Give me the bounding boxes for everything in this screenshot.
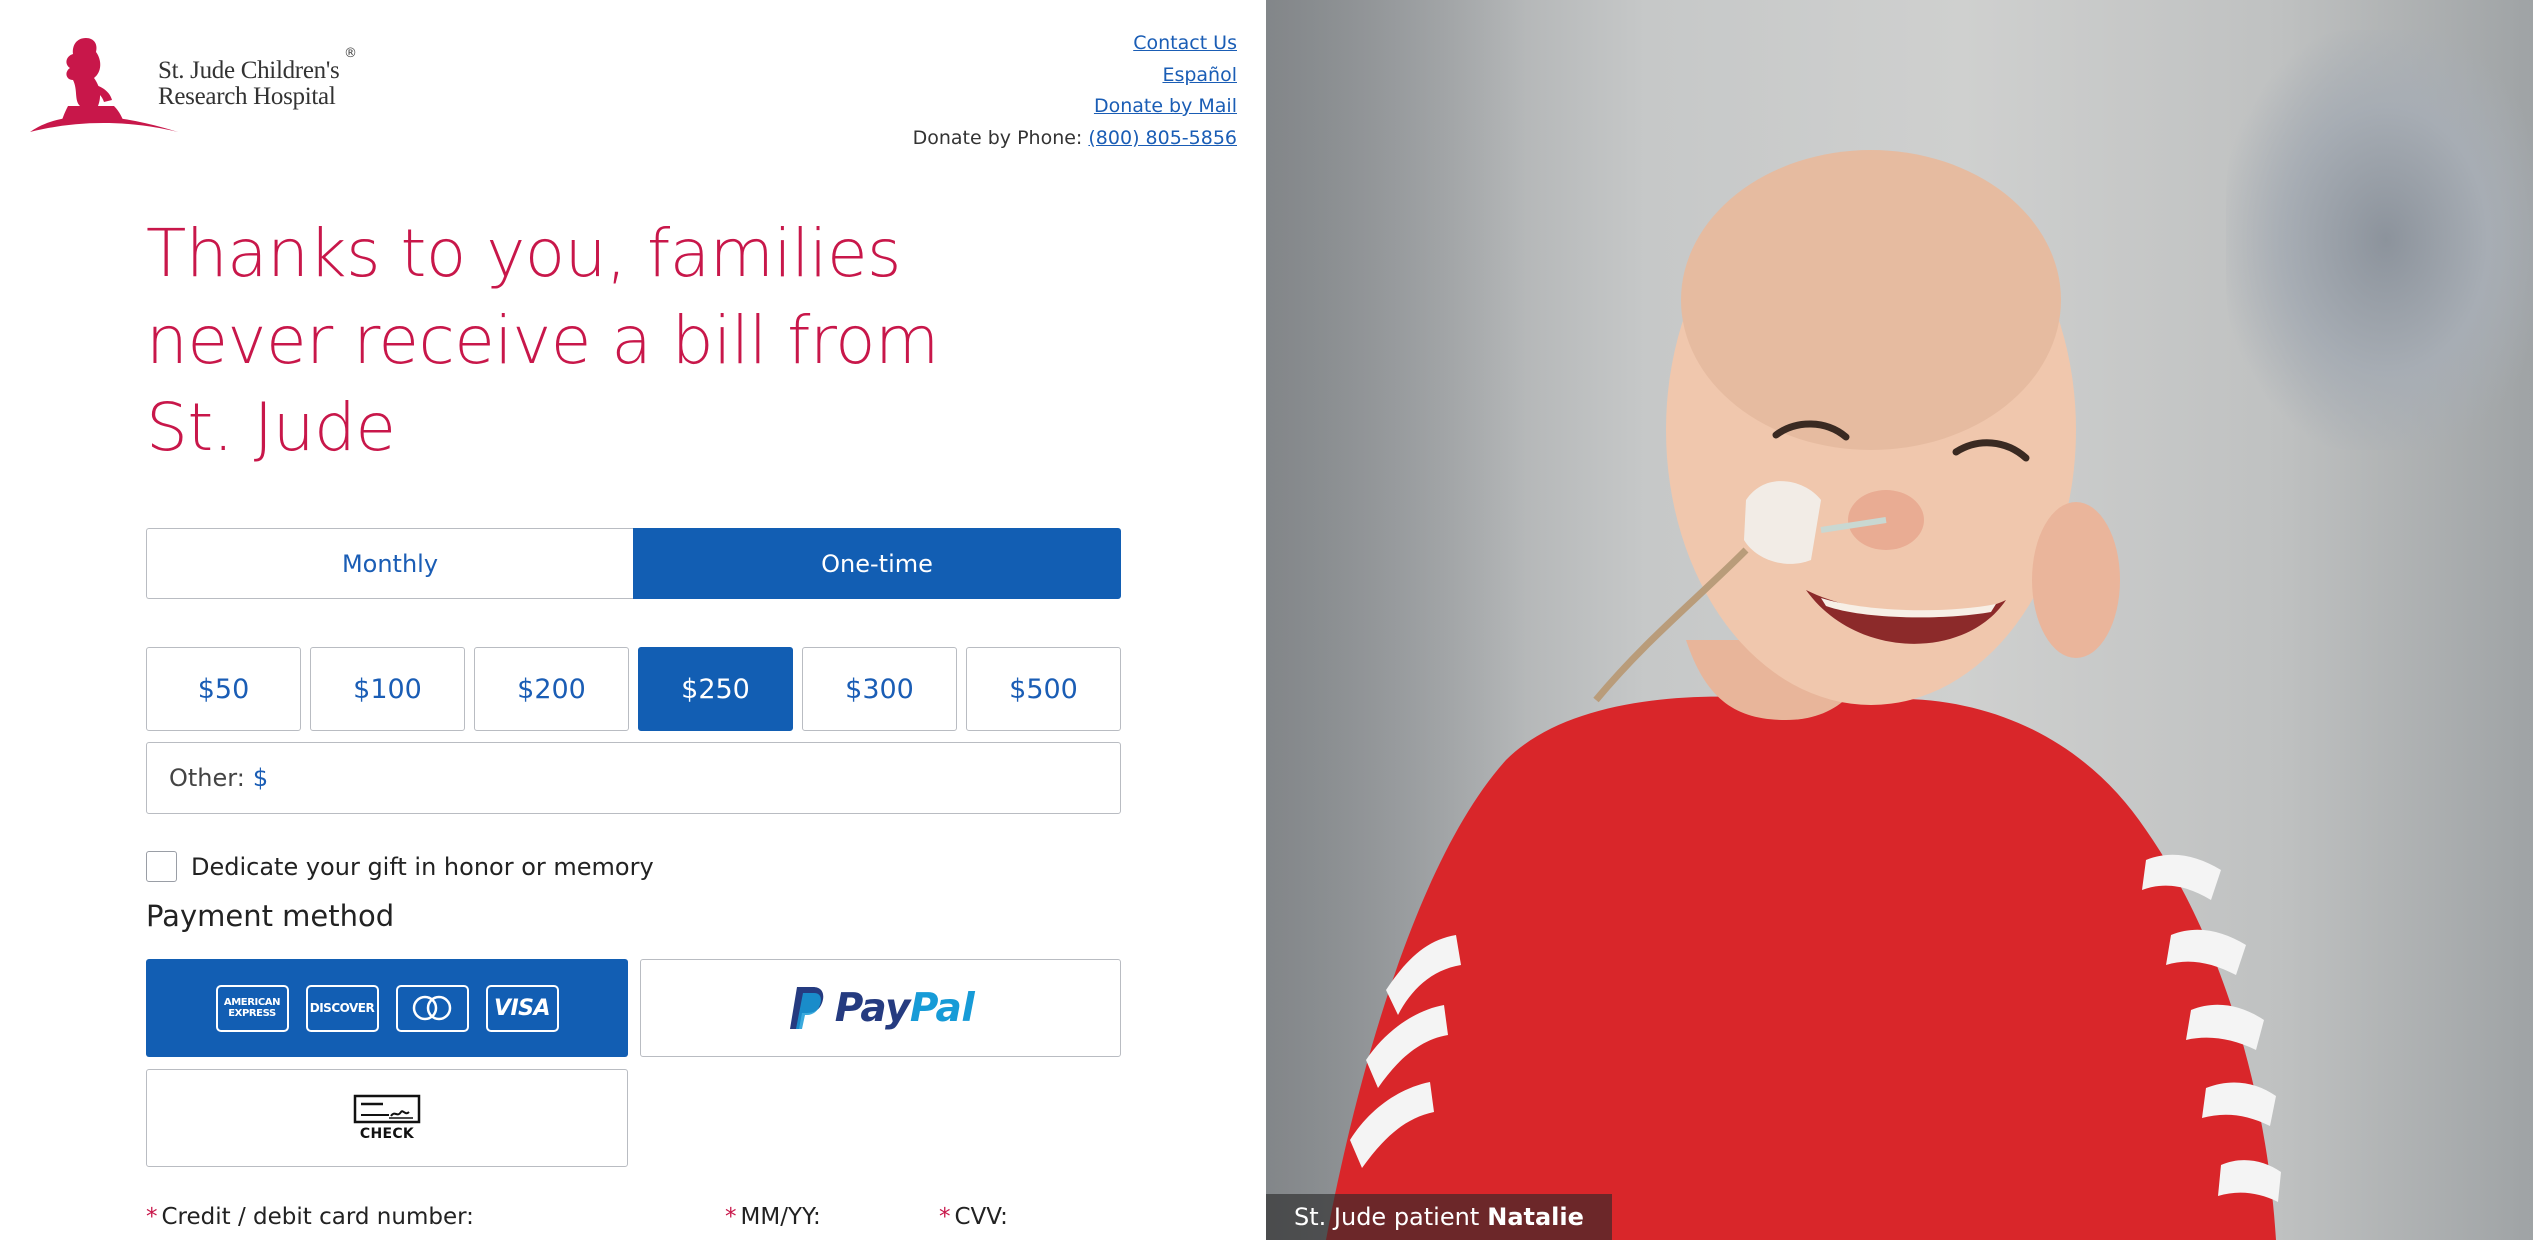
discover-icon: DISCOVER: [305, 984, 379, 1032]
cvv-label: * CVV:: [939, 1204, 1008, 1230]
photo-caption: St. Jude patient Natalie: [1266, 1194, 1612, 1240]
payment-check-button[interactable]: CHECK: [146, 1069, 628, 1167]
required-mark: *: [939, 1204, 951, 1230]
other-amount-field[interactable]: Other: $: [146, 742, 1121, 814]
brand-name-line1: St. Jude Children's: [158, 57, 340, 84]
donation-form-panel: St. Jude Children's Research Hospital ® …: [0, 0, 1266, 1240]
headline-line2: never receive a bill from: [146, 302, 939, 379]
mastercard-icon: [395, 984, 469, 1032]
frequency-toggle: Monthly One-time: [146, 528, 1121, 599]
dedicate-gift-option[interactable]: Dedicate your gift in honor or memory: [146, 851, 654, 882]
headline-line3: St. Jude: [146, 389, 396, 466]
check-label: CHECK: [359, 1126, 415, 1142]
amount-button-250[interactable]: $250: [638, 647, 793, 731]
amount-button-100[interactable]: $100: [310, 647, 465, 731]
required-mark: *: [146, 1204, 158, 1230]
dedicate-checkbox[interactable]: [146, 851, 177, 882]
caption-patient-name: Natalie: [1487, 1203, 1584, 1231]
tab-monthly[interactable]: Monthly: [146, 528, 633, 599]
visa-icon: VISA: [485, 984, 559, 1032]
payment-card-button[interactable]: AMERICAN EXPRESS DISCOVER VISA: [146, 959, 628, 1057]
required-mark: *: [725, 1204, 737, 1230]
contact-us-link[interactable]: Contact Us: [1133, 32, 1237, 54]
caption-prefix: St. Jude patient: [1294, 1203, 1480, 1231]
amex-line2: EXPRESS: [228, 1008, 276, 1019]
amex-icon: AMERICAN EXPRESS: [215, 984, 289, 1032]
child-illustration: [1326, 150, 2281, 1240]
amount-button-50[interactable]: $50: [146, 647, 301, 731]
phone-label: Donate by Phone:: [912, 126, 1083, 149]
amount-button-300[interactable]: $300: [802, 647, 957, 731]
headline-line1: Thanks to you, families: [146, 215, 901, 292]
amex-line1: AMERICAN: [223, 997, 281, 1008]
amount-button-500[interactable]: $500: [966, 647, 1121, 731]
expiry-label-text: MM/YY:: [740, 1204, 821, 1230]
st-jude-logo[interactable]: St. Jude Children's Research Hospital ®: [28, 34, 368, 138]
paypal-icon: [789, 987, 824, 1029]
paypal-wordmark-pay: Pay: [834, 985, 911, 1031]
expiry-label: * MM/YY:: [725, 1204, 821, 1230]
page-headline: Thanks to you, families never receive a …: [146, 210, 1046, 471]
registered-mark: ®: [344, 46, 357, 61]
dedicate-label: Dedicate your gift in honor or memory: [191, 852, 654, 881]
amount-options: $50 $100 $200 $250 $300 $500: [146, 647, 1121, 731]
donate-by-mail-link[interactable]: Donate by Mail: [1094, 95, 1237, 117]
currency-symbol: $: [252, 764, 269, 792]
tab-one-time[interactable]: One-time: [633, 528, 1121, 599]
payment-paypal-button[interactable]: PayPal: [640, 959, 1121, 1057]
cvv-label-text: CVV:: [954, 1204, 1008, 1230]
donate-by-phone: Donate by Phone: (800) 805-5856: [913, 123, 1237, 155]
patient-photo: St. Jude patient Natalie: [1266, 0, 2533, 1240]
st-jude-child-silhouette-icon: [30, 38, 178, 132]
card-number-label-text: Credit / debit card number:: [161, 1204, 474, 1230]
espanol-link[interactable]: Español: [1162, 64, 1237, 86]
check-icon: [353, 1094, 421, 1124]
brand-name: St. Jude Children's Research Hospital: [158, 57, 340, 110]
card-number-label: * Credit / debit card number:: [146, 1204, 474, 1230]
payment-method-heading: Payment method: [146, 899, 395, 933]
paypal-wordmark-pal: Pal: [909, 985, 975, 1031]
header-links: Contact Us Español Donate by Mail Donate…: [913, 28, 1237, 154]
amount-button-200[interactable]: $200: [474, 647, 629, 731]
other-amount-input[interactable]: [274, 748, 1120, 808]
phone-number-link[interactable]: (800) 805-5856: [1088, 127, 1237, 149]
brand-name-line2: Research Hospital: [158, 83, 336, 110]
other-amount-label: Other:: [169, 764, 245, 792]
paypal-wordmark: PayPal: [834, 985, 975, 1031]
